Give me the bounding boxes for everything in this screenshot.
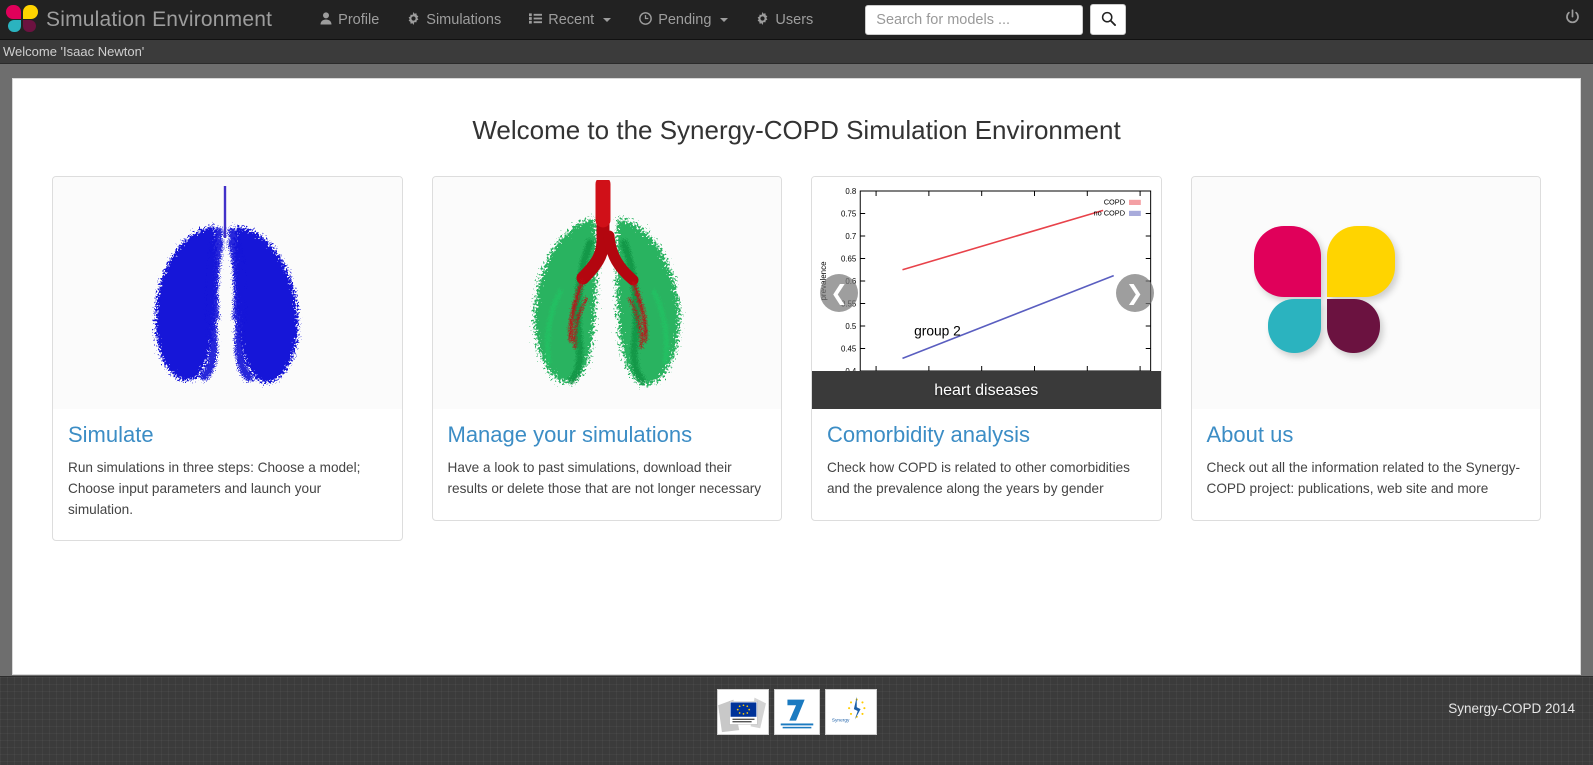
nav-item-profile[interactable]: Profile [306, 0, 393, 40]
logout-button[interactable] [1564, 0, 1581, 40]
nav-item-simulations[interactable]: Simulations [393, 0, 515, 40]
navbar-menu: Profile Simulations Recent Pending Users [306, 0, 827, 40]
nav-item-pending[interactable]: Pending [625, 0, 742, 40]
card-comorbidity-analysis[interactable]: 0.40.450.50.550.60.650.70.750.865708590a… [811, 176, 1162, 521]
fp7-seventh-framework-programme-logo-icon [773, 689, 820, 735]
card-about-text: Check out all the information related to… [1206, 460, 1521, 496]
comorbidity-chart: 0.40.450.50.550.60.650.70.750.865708590a… [812, 177, 1161, 409]
list-icon [529, 13, 543, 26]
footer: Synergy Synergy-COPD 2014 [0, 676, 1593, 765]
card-about-media [1191, 177, 1540, 409]
blue-lungs-icon [112, 180, 342, 407]
card-about-body: About us Check out all the information r… [1192, 409, 1541, 520]
card-simulate-text: Run simulations in three steps: Choose a… [68, 460, 361, 517]
svg-text:COPD: COPD [1104, 198, 1126, 207]
svg-text:Synergy: Synergy [831, 718, 849, 724]
navbar: Simulation Environment Profile Simulatio… [0, 0, 1593, 40]
chevron-down-icon [603, 17, 612, 22]
logo-petal-teal [8, 19, 21, 32]
synergy-flower-logo-large-icon [1253, 226, 1478, 360]
card-manage-simulations[interactable]: Manage your simulations Have a look to p… [431, 176, 782, 521]
nav-item-recent[interactable]: Recent [515, 0, 625, 40]
synergy-flower-logo-icon[interactable] [6, 4, 40, 35]
search-area [865, 4, 1127, 35]
welcome-message: Welcome 'Isaac Newton' [3, 44, 145, 59]
svg-text:group 2: group 2 [914, 322, 961, 338]
carousel-prev-button[interactable]: ❮ [820, 274, 858, 312]
card-simulate-media [53, 177, 402, 409]
logo-petal-pink [6, 4, 21, 19]
logo-petal-teal [1267, 299, 1321, 353]
european-commission-logo-icon [716, 689, 769, 735]
svg-text:0.8: 0.8 [845, 187, 857, 196]
svg-text:0.75: 0.75 [841, 210, 857, 219]
logo-petal-pink [1253, 226, 1321, 297]
nav-item-recent-label: Recent [548, 11, 595, 28]
card-simulate[interactable]: Simulate Run simulations in three steps:… [52, 176, 403, 542]
nav-item-users-label: Users [775, 11, 814, 28]
card-simulate-body: Simulate Run simulations in three steps:… [53, 409, 402, 540]
card-comorbidity-body: Comorbidity analysis Check how COPD is r… [812, 409, 1161, 520]
nav-item-pending-label: Pending [658, 11, 712, 28]
carousel-next-button[interactable]: ❯ [1115, 274, 1154, 312]
nav-item-profile-label: Profile [338, 11, 380, 28]
user-icon [320, 12, 332, 27]
search-icon [1101, 11, 1116, 29]
clock-icon [639, 12, 653, 27]
logo-petal-yellow [1326, 226, 1395, 297]
card-manage-title[interactable]: Manage your simulations [448, 422, 767, 447]
chevron-down-icon [720, 17, 729, 22]
footer-logos: Synergy [716, 689, 877, 735]
navbar-brand-title[interactable]: Simulation Environment [46, 8, 272, 32]
chart-caption-title: heart diseases [934, 382, 1039, 399]
eu-stars-project-logo-icon: Synergy [824, 689, 877, 735]
power-icon [1564, 9, 1581, 31]
logo-petal-purple [1326, 299, 1380, 353]
gear-icon [407, 12, 420, 27]
svg-text:0.7: 0.7 [845, 232, 856, 241]
welcome-bar: Welcome 'Isaac Newton' [0, 40, 1593, 64]
card-simulate-title[interactable]: Simulate [68, 422, 387, 447]
card-manage-media [432, 177, 781, 409]
card-comorbidity-title[interactable]: Comorbidity analysis [827, 422, 1146, 447]
content-panel: Welcome to the Synergy-COPD Simulation E… [12, 78, 1581, 675]
logo-petal-purple [23, 19, 36, 32]
card-about-us[interactable]: About us Check out all the information r… [1190, 176, 1541, 521]
card-manage-body: Manage your simulations Have a look to p… [433, 409, 782, 520]
svg-text:0.45: 0.45 [841, 345, 857, 354]
svg-text:no COPD: no COPD [1093, 209, 1125, 218]
card-comorbidity-media: 0.40.450.50.550.60.650.70.750.865708590a… [812, 177, 1161, 409]
card-about-title[interactable]: About us [1207, 422, 1526, 447]
search-button[interactable] [1090, 4, 1127, 35]
search-input[interactable] [865, 4, 1084, 35]
card-manage-text: Have a look to past simulations, downloa… [447, 460, 762, 496]
footer-copyright: Synergy-COPD 2014 [1448, 701, 1575, 716]
page-area: Welcome to the Synergy-COPD Simulation E… [0, 64, 1593, 676]
cards-row: Simulate Run simulations in three steps:… [33, 176, 1560, 542]
page-title: Welcome to the Synergy-COPD Simulation E… [472, 115, 1121, 145]
card-comorbidity-text: Check how COPD is related to other comor… [827, 460, 1130, 496]
logo-petal-yellow [23, 4, 38, 19]
nav-item-users[interactable]: Users [742, 0, 827, 40]
svg-text:0.65: 0.65 [841, 255, 857, 264]
green-red-lungs-icon [491, 177, 723, 407]
gear-icon [756, 12, 769, 27]
svg-text:0.5: 0.5 [845, 322, 857, 331]
nav-item-simulations-label: Simulations [426, 11, 502, 28]
